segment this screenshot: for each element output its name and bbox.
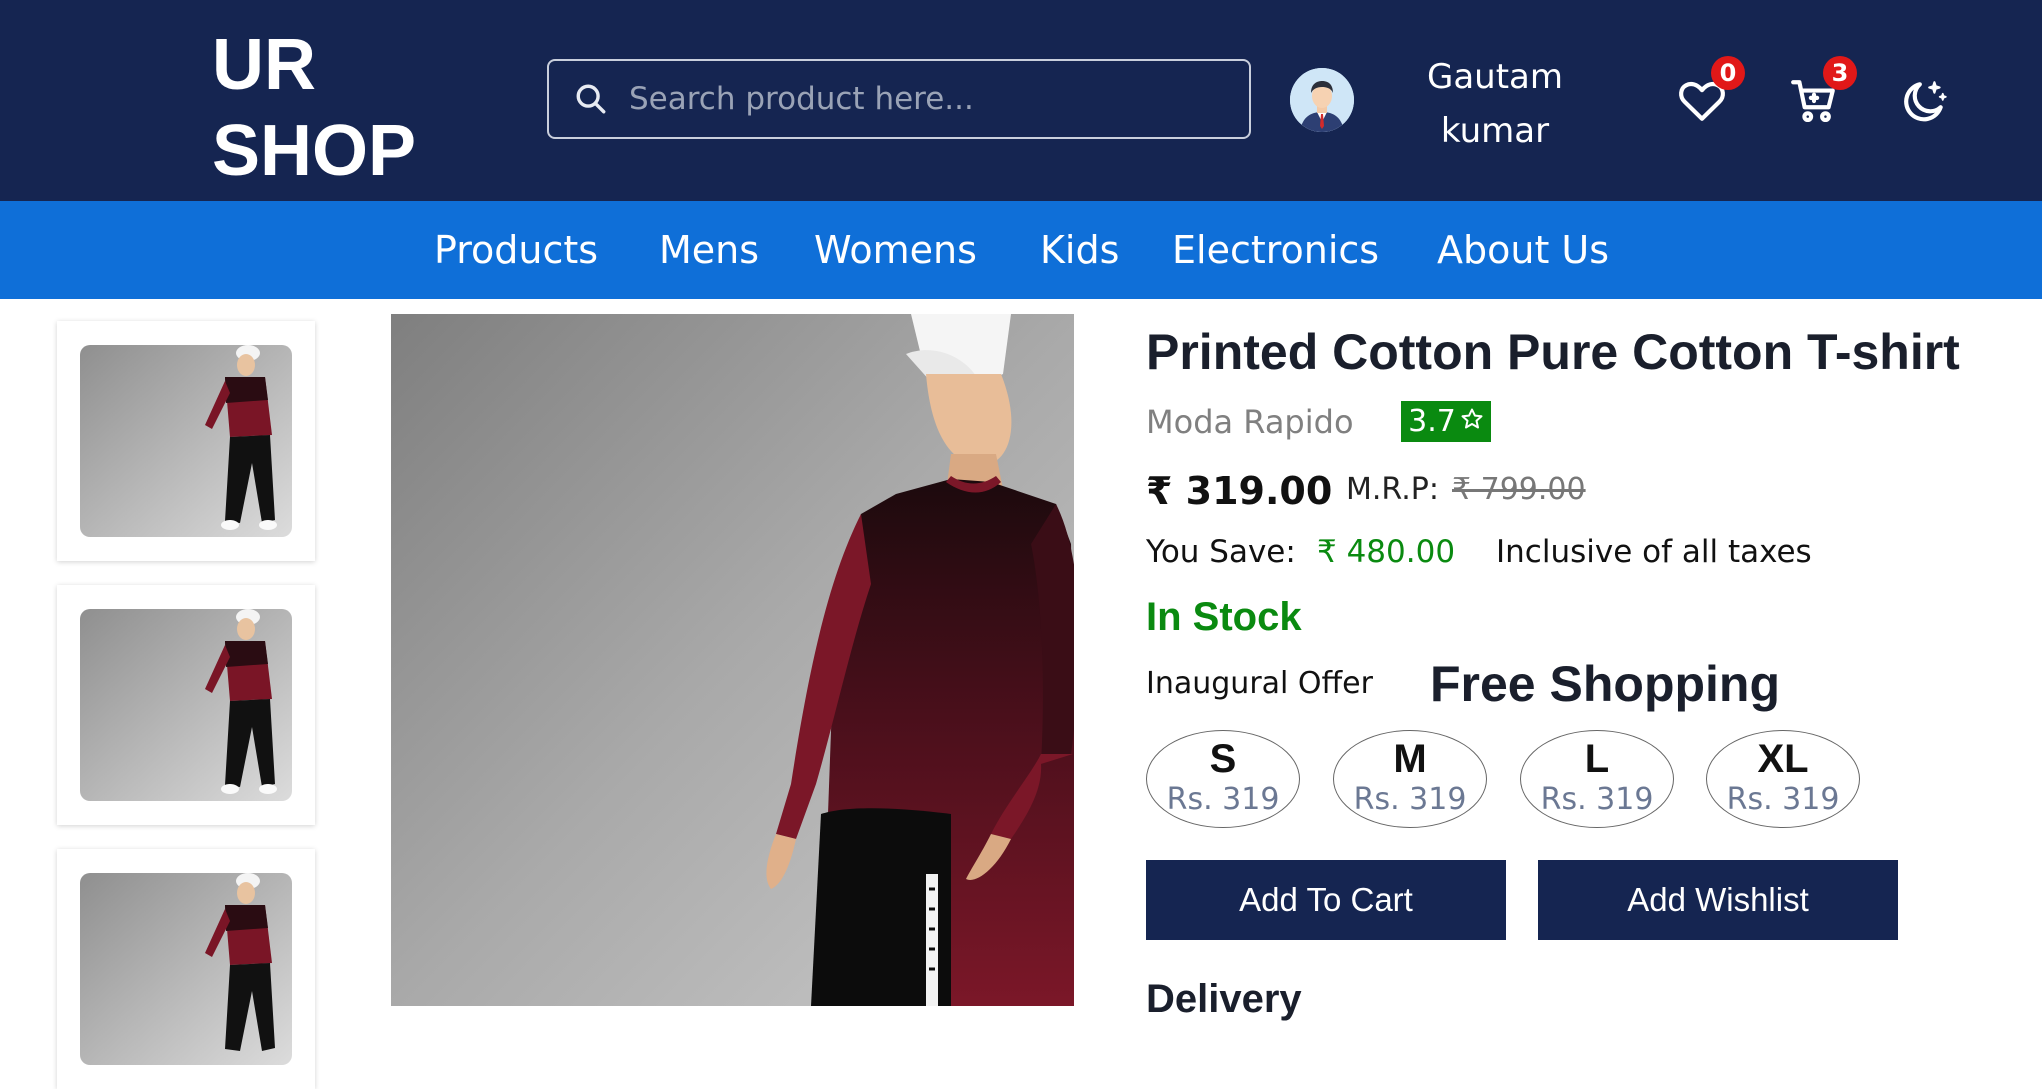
header: UR SHOP Gautam kumar 0 3 — [0, 0, 2042, 201]
thumbnail-3[interactable] — [57, 849, 315, 1089]
taxes-note: Inclusive of all taxes — [1496, 534, 1812, 570]
heart-icon — [1677, 81, 1727, 130]
offer-value: Free Shopping — [1430, 656, 1780, 712]
star-icon — [1460, 404, 1484, 439]
search-input[interactable] — [629, 81, 1229, 117]
size-label: S — [1209, 737, 1237, 781]
add-wishlist-button[interactable]: Add Wishlist — [1538, 860, 1898, 940]
category-nav: Products Mens Womens Kids Electronics Ab… — [0, 201, 2042, 299]
thumbnail-image — [80, 345, 292, 537]
product-brand[interactable]: Moda Rapido — [1146, 400, 1354, 444]
you-save-value: ₹ 480.00 — [1317, 534, 1456, 570]
logo-line1: UR — [212, 25, 316, 105]
user-first-name: Gautam — [1426, 57, 1564, 97]
moon-icon — [1899, 81, 1949, 130]
size-label: L — [1584, 737, 1610, 781]
offer-label: Inaugural Offer — [1146, 666, 1373, 701]
stock-status: In Stock — [1146, 595, 1302, 639]
nav-item-products[interactable]: Products — [434, 227, 598, 273]
size-price: Rs. 319 — [1353, 782, 1467, 817]
search-bar — [547, 59, 1251, 139]
size-option-s[interactable]: S Rs. 319 — [1146, 730, 1300, 828]
rating-badge: 3.7 — [1401, 401, 1491, 442]
thumbnail-1[interactable] — [57, 321, 315, 561]
thumbnail-2[interactable] — [57, 585, 315, 825]
user-avatar[interactable] — [1290, 68, 1354, 132]
theme-toggle[interactable] — [1899, 76, 1949, 126]
size-option-m[interactable]: M Rs. 319 — [1333, 730, 1487, 828]
mrp-label: M.R.P: — [1346, 472, 1439, 507]
nav-item-electronics[interactable]: Electronics — [1172, 227, 1379, 273]
wishlist-button[interactable]: 0 — [1677, 56, 1745, 126]
logo[interactable]: UR SHOP — [212, 22, 416, 194]
size-option-xl[interactable]: XL Rs. 319 — [1706, 730, 1860, 828]
size-label: M — [1393, 737, 1427, 781]
cart-button[interactable]: 3 — [1789, 56, 1857, 126]
cart-count-badge: 3 — [1823, 56, 1857, 90]
you-save-label: You Save: — [1146, 534, 1296, 570]
size-price: Rs. 319 — [1540, 782, 1654, 817]
user-name[interactable]: Gautam kumar — [1400, 50, 1590, 158]
logo-line2: SHOP — [212, 111, 417, 191]
user-last-name: kumar — [1440, 111, 1550, 151]
nav-item-kids[interactable]: Kids — [1040, 227, 1119, 273]
rating-value: 3.7 — [1408, 404, 1456, 439]
nav-item-about-us[interactable]: About Us — [1437, 227, 1609, 273]
product-title: Printed Cotton Pure Cotton T-shirt — [1146, 324, 1960, 380]
main-product-image — [391, 314, 1074, 1006]
wishlist-count-badge: 0 — [1711, 56, 1745, 90]
delivery-heading: Delivery — [1146, 977, 1302, 1021]
size-option-l[interactable]: L Rs. 319 — [1520, 730, 1674, 828]
nav-item-mens[interactable]: Mens — [659, 227, 759, 273]
mrp-value: ₹ 799.00 — [1452, 472, 1586, 507]
product-price: ₹ 319.00 — [1146, 469, 1333, 513]
nav-item-womens[interactable]: Womens — [814, 227, 977, 273]
cart-icon — [1789, 80, 1839, 130]
size-price: Rs. 319 — [1726, 782, 1840, 817]
size-label: XL — [1757, 737, 1809, 781]
thumbnail-image — [80, 873, 292, 1065]
size-price: Rs. 319 — [1166, 782, 1280, 817]
search-icon[interactable] — [573, 81, 609, 117]
add-to-cart-button[interactable]: Add To Cart — [1146, 860, 1506, 940]
thumbnail-image — [80, 609, 292, 801]
